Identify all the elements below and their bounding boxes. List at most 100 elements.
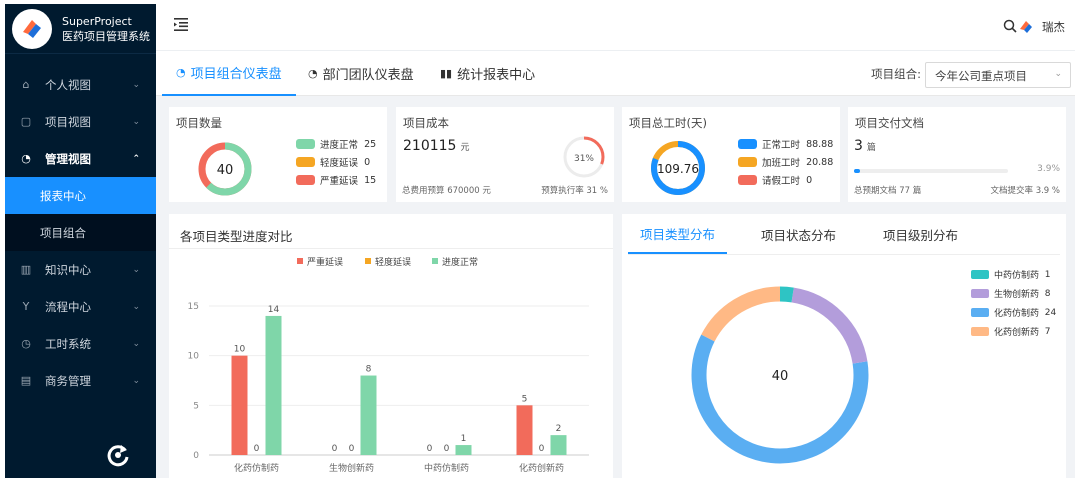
legend-swatch — [738, 175, 757, 185]
bar-value-label: 5 — [522, 394, 528, 404]
brand: SuperProject 医药项目管理系统 — [5, 4, 156, 54]
docs-unit: 篇 — [866, 143, 876, 153]
tab-status-distribution[interactable]: 项目状态分布 — [761, 214, 836, 254]
menu-fold-icon[interactable] — [174, 18, 188, 31]
clock-icon: ◷ — [21, 337, 31, 350]
bar-value-label: 0 — [427, 444, 433, 454]
donut-legend-item[interactable]: 中药仿制药 1 — [971, 268, 1050, 281]
legend-label: 轻度延误 — [320, 158, 359, 169]
bar — [231, 355, 248, 455]
sidebar-subitem-portfolio[interactable]: 项目组合 — [5, 214, 156, 251]
chevron-down-icon: ⌄ — [132, 301, 140, 312]
portfolio-select[interactable]: 今年公司重点项目 ⌄ — [925, 62, 1071, 88]
bar-value-label: 14 — [268, 305, 280, 315]
dashboard-tabs: ◔ 项目组合仪表盘 ◔ 部门团队仪表盘 ▮▮ 统计报表中心 项目组合: 今年公司… — [156, 51, 1075, 96]
flow-icon: Y — [22, 300, 30, 313]
donut-center: 40 — [772, 369, 789, 384]
sidebar-item-label: 商务管理 — [45, 373, 91, 388]
bar-value-label: 0 — [332, 444, 338, 454]
sidebar-item-label: 知识中心 — [45, 262, 91, 277]
legend-value: 88.88 — [806, 138, 834, 150]
y-tick-label: 0 — [193, 451, 199, 461]
legend-swatch — [296, 139, 315, 149]
y-tick-label: 10 — [188, 352, 200, 362]
user-menu[interactable]: 瑞杰 — [1016, 17, 1065, 37]
sidebar-item-knowledge[interactable]: ▥ 知识中心 ⌄ — [5, 251, 156, 288]
app-logo — [12, 8, 52, 49]
donut-legend-item[interactable]: 化药仿制药 24 — [971, 306, 1056, 319]
legend-label: 严重延误 — [320, 176, 359, 187]
tab-type-distribution[interactable]: 项目类型分布 — [628, 214, 728, 254]
bar — [550, 435, 567, 455]
legend-item: 请假工时 0 — [738, 173, 812, 187]
legend-value: 1 — [1044, 269, 1051, 280]
legend-swatch — [296, 157, 315, 167]
legend-label: 加班工时 — [762, 158, 801, 169]
bar-value-label: 10 — [234, 345, 246, 355]
home-icon: ⌂ — [22, 78, 30, 91]
brand-subtitle: 医药项目管理系统 — [62, 29, 150, 43]
legend-item: 正常工时 88.88 — [738, 137, 833, 151]
sidebar-item-project-view[interactable]: ▢ 项目视图 ⌄ — [5, 103, 156, 140]
sidebar-item-timesheet[interactable]: ◷ 工时系统 ⌄ — [5, 325, 156, 362]
bar — [265, 315, 282, 455]
bar-value-label: 0 — [444, 444, 450, 454]
hours-center: 109.76 — [657, 162, 699, 176]
sidebar-item-flow[interactable]: Y 流程中心 ⌄ — [5, 288, 156, 325]
card-title: 项目总工时(天) — [629, 116, 707, 130]
refresh-icon[interactable] — [105, 442, 131, 468]
donut-legend-item[interactable]: 生物创新药 8 — [971, 287, 1050, 300]
legend-swatch — [432, 258, 438, 264]
sidebar-item-label: 流程中心 — [45, 299, 91, 314]
divider — [169, 248, 613, 249]
donut-legend-item[interactable]: 化药创新药 7 — [971, 325, 1050, 338]
cost-unit: 元 — [460, 143, 470, 153]
bar-value-label: 2 — [556, 424, 562, 434]
sidebar-menu: ⌂ 个人视图 ⌄ ▢ 项目视图 ⌄ ◔ 管理视图 ⌃ 报表中心 项目组合 ▥ 知… — [5, 66, 156, 399]
hours-donut: 109.76 — [651, 141, 705, 195]
chevron-down-icon: ⌄ — [132, 264, 140, 275]
legend-swatch — [296, 175, 315, 185]
type-distribution-donut: 40 — [691, 286, 869, 464]
cost-value: 210115 — [403, 138, 457, 154]
legend-label: 进度正常 — [442, 256, 478, 268]
tab-stats-report[interactable]: ▮▮ 统计报表中心 — [440, 51, 535, 96]
cost-value-row: 210115 元 — [403, 138, 469, 154]
tab-team-dashboard[interactable]: ◔ 部门团队仪表盘 — [308, 51, 414, 96]
sidebar: SuperProject 医药项目管理系统 ⌂ 个人视图 ⌄ ▢ 项目视图 ⌄ … — [5, 4, 156, 478]
search-icon[interactable] — [1003, 19, 1017, 33]
bar-chart: 严重延误 轻度延误 进度正常051015化药仿制药10014生物创新药0 08中药仿制… — [188, 256, 589, 474]
legend-label: 化药创新药 — [994, 328, 1040, 338]
legend-swatch — [971, 270, 989, 279]
portfolio-value: 今年公司重点项目 — [935, 69, 1027, 83]
sidebar-item-personal-view[interactable]: ⌂ 个人视图 ⌄ — [5, 66, 156, 103]
docs-total: 总预期文档 77 篇 — [854, 186, 922, 196]
chevron-down-icon: ⌄ — [132, 79, 140, 90]
team-icon: ◔ — [308, 67, 318, 80]
legend-swatch — [297, 258, 303, 264]
book-icon: ▥ — [20, 263, 32, 276]
card-project-count: 项目数量 40 进度正常 25 轻度延误 0 严重延误 15 — [169, 107, 387, 202]
chevron-down-icon: ⌄ — [132, 338, 140, 349]
legend-value: 8 — [1044, 288, 1051, 299]
sidebar-item-label: 工时系统 — [45, 336, 91, 351]
legend-value: 24 — [1044, 307, 1057, 318]
sidebar-subitem-report-center[interactable]: 报表中心 — [5, 177, 156, 214]
y-tick-label: 15 — [188, 302, 199, 312]
legend-swatch — [971, 289, 989, 298]
docs-value: 3 — [854, 138, 863, 154]
legend-value: 20.88 — [806, 156, 834, 168]
legend-swatch — [365, 258, 371, 264]
x-tick-label: 化药创新药 — [519, 462, 564, 474]
sidebar-item-business[interactable]: ▤ 商务管理 ⌄ — [5, 362, 156, 399]
cost-percent: 31% — [574, 154, 594, 164]
card-project-docs: 项目交付文档 3篇 3.9% 总预期文档 77 篇 文档提交率 3.9 % — [848, 107, 1066, 202]
tab-portfolio-dashboard[interactable]: ◔ 项目组合仪表盘 — [162, 51, 296, 96]
tab-level-distribution[interactable]: 项目级别分布 — [883, 214, 958, 254]
legend-label: 化药仿制药 — [994, 309, 1040, 319]
sidebar-item-management-view[interactable]: ◔ 管理视图 ⌃ — [5, 140, 156, 177]
divider — [628, 254, 1060, 255]
legend-label: 进度正常 — [320, 140, 359, 151]
bar-chart-icon: ▮▮ — [440, 67, 453, 80]
cost-ring: 31% — [563, 136, 605, 178]
